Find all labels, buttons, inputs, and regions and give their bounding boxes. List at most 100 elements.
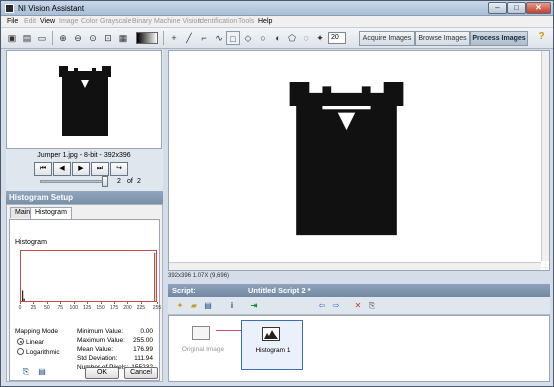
image-thumbnail[interactable] — [6, 50, 162, 149]
tick-label: 225 — [136, 305, 146, 311]
broken-line-tool-icon[interactable]: ⌐ — [197, 31, 211, 45]
script-step-original-image[interactable]: Original Image — [172, 320, 234, 370]
zoom-1to1-icon[interactable]: ⊙ — [86, 31, 100, 45]
maximize-button[interactable]: □ — [507, 2, 526, 14]
image-navigation: ⏮ ◀ ▶ ⏭ ↪ — [34, 162, 129, 176]
app-window: NI Vision Assistant – □ ✕ File Edit View… — [0, 0, 554, 387]
zoom-in-icon[interactable]: ⊕ — [56, 31, 70, 45]
process-images-button[interactable]: Process Images — [470, 31, 528, 46]
grayscale-gradient — [136, 32, 158, 44]
menu-identification[interactable]: Identification — [198, 18, 237, 25]
freehand-tool-icon[interactable]: ◌ — [299, 31, 313, 45]
script-steps-area: Original Image Histogram 1 — [168, 315, 550, 382]
tick-label: 125 — [82, 305, 92, 311]
annulus-tool-icon[interactable]: ◐ — [271, 31, 285, 45]
image-canvas[interactable] — [169, 51, 541, 261]
title-bar[interactable]: NI Vision Assistant – □ ✕ — [1, 1, 553, 16]
magic-wand-icon[interactable]: ✦ — [313, 31, 327, 45]
histogram-bar — [23, 298, 25, 301]
tick-label: 255 — [152, 305, 162, 311]
rectangle-tool-icon[interactable]: □ — [226, 31, 240, 45]
radio-indicator[interactable] — [17, 338, 24, 345]
ok-button[interactable]: OK — [85, 367, 119, 379]
new-script-icon[interactable]: ✦ — [174, 300, 186, 312]
tick-mark — [87, 302, 89, 304]
open-script-icon[interactable]: ▰ — [188, 300, 200, 312]
mapping-logarithmic-radio[interactable]: Logarithmic — [17, 348, 60, 356]
next-image-button[interactable]: ▶ — [72, 162, 90, 176]
image-slider-thumb[interactable] — [102, 176, 108, 187]
move-step-left-icon[interactable]: ⇦ — [316, 300, 328, 312]
close-button[interactable]: ✕ — [526, 2, 551, 14]
info-icon[interactable]: i — [226, 300, 238, 312]
first-image-button[interactable]: ⏮ — [34, 162, 52, 176]
menu-tools[interactable]: Tools — [238, 18, 254, 25]
menu-help[interactable]: Help — [258, 18, 272, 25]
menu-grayscale[interactable]: Grayscale — [100, 18, 132, 25]
menu-machine-vision[interactable]: Machine Vision — [154, 18, 201, 25]
acquire-images-button[interactable]: Acquire Images — [359, 31, 415, 46]
save-script-icon[interactable]: ▤ — [202, 300, 214, 312]
menu-color[interactable]: Color — [81, 18, 98, 25]
tick-mark — [60, 302, 62, 304]
histogram-glyph-icon — [264, 330, 278, 339]
tick-mark — [46, 302, 48, 304]
point-tool-icon[interactable]: + — [167, 31, 181, 45]
menu-file[interactable]: File — [7, 18, 18, 25]
tick-label: 150 — [96, 305, 105, 311]
zoom-out-icon[interactable]: ⊖ — [71, 31, 85, 45]
print-icon[interactable]: ▭ — [35, 31, 49, 45]
zoom-fit-icon[interactable]: ⊡ — [101, 31, 115, 45]
cancel-button[interactable]: Cancel — [124, 367, 158, 379]
open-image-icon[interactable]: ▣ — [5, 31, 19, 45]
current-page: 2 — [117, 178, 121, 185]
mapping-mode-label: Mapping Mode — [15, 328, 58, 335]
tick-label: 75 — [57, 305, 64, 311]
script-step-histogram[interactable]: Histogram 1 — [241, 320, 303, 370]
image-viewer[interactable] — [168, 50, 550, 271]
linear-label: Linear — [26, 339, 45, 346]
save-data-icon[interactable]: ▤ — [36, 366, 48, 377]
move-step-right-icon[interactable]: ⇨ — [330, 300, 342, 312]
palette-icon[interactable]: ▦ — [116, 31, 130, 45]
oval-tool-icon[interactable]: ○ — [256, 31, 270, 45]
menu-image[interactable]: Image — [59, 18, 78, 25]
image-slider-track[interactable] — [40, 180, 106, 183]
page-of-label: of — [127, 178, 133, 185]
viewer-status: 392x396 1.07X (9,696) — [168, 273, 230, 279]
help-icon[interactable]: ? — [535, 31, 548, 46]
radio-indicator[interactable] — [17, 348, 24, 355]
previous-image-button[interactable]: ◀ — [53, 162, 71, 176]
delete-step-icon[interactable]: ✕ — [352, 300, 364, 312]
run-script-icon[interactable]: ⇥ — [248, 300, 260, 312]
return-button[interactable]: ↪ — [110, 162, 128, 176]
step-label: Histogram 1 — [255, 347, 291, 354]
menu-binary[interactable]: Binary — [132, 18, 152, 25]
minimize-button[interactable]: – — [488, 2, 507, 14]
processed-image — [289, 81, 404, 236]
histogram-plot — [20, 250, 157, 302]
copy-to-clipboard-icon[interactable]: ⎘ — [20, 366, 32, 377]
freehand-line-tool-icon[interactable]: ∿ — [212, 31, 226, 45]
menu-view[interactable]: View — [40, 18, 55, 25]
copy-step-icon[interactable]: ⎘ — [366, 300, 378, 312]
vertical-scrollbar[interactable] — [541, 51, 549, 261]
last-image-button[interactable]: ⏭ — [91, 162, 109, 176]
horizontal-scrollbar[interactable] — [169, 262, 541, 270]
line-tool-icon[interactable]: ╱ — [182, 31, 196, 45]
browse-images-button[interactable]: Browse Images — [415, 31, 470, 46]
tick-label: 50 — [44, 305, 50, 311]
save-image-icon[interactable]: ▤ — [20, 31, 34, 45]
menu-edit[interactable]: Edit — [24, 18, 36, 25]
tolerance-field[interactable]: 20 — [328, 32, 346, 44]
mapping-linear-radio[interactable]: Linear — [17, 338, 44, 346]
tick-mark — [127, 302, 129, 304]
mean-value: 176.99 — [133, 346, 153, 353]
tick-label: 175 — [109, 305, 119, 311]
histogram-label: Histogram — [15, 239, 47, 246]
polygon-tool-icon[interactable]: ⬠ — [285, 31, 299, 45]
rotated-rect-tool-icon[interactable]: ◇ — [241, 31, 255, 45]
histogram-tab-panel: Histogram 0 25 50 75 100 125 150 175 200 225 255 M… — [9, 219, 162, 381]
tab-histogram[interactable]: Histogram — [30, 207, 72, 219]
histogram-setup-header: Histogram Setup — [6, 191, 163, 204]
